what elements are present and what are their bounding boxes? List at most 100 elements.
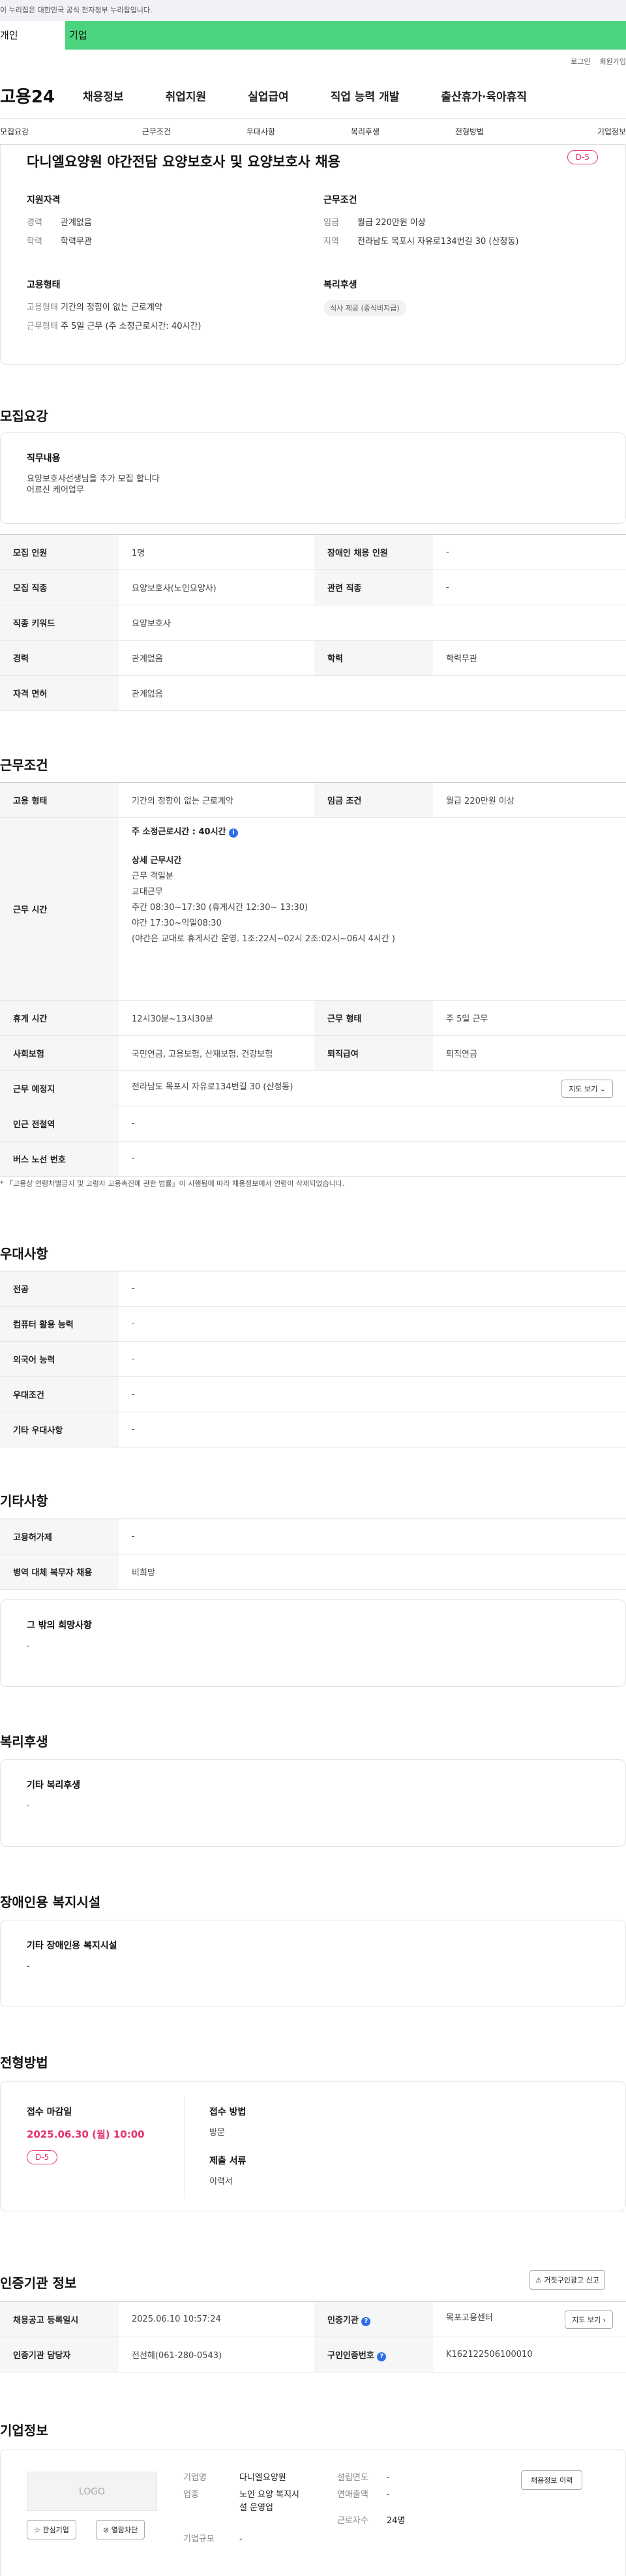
gnb-item-leave[interactable]: 출산휴가·육아휴직 — [441, 87, 527, 104]
cell-label: 인증기관 ? — [314, 2301, 433, 2337]
gnb-item-support[interactable]: 취업지원 — [166, 87, 207, 104]
star-icon: ☆ — [34, 2526, 40, 2534]
preference-table: 전공 - 컴퓨터 활용 능력 - 외국어 능력 - 우대조건 - 기타 우대사항 - — [0, 1271, 626, 1447]
welfare-block: 복리후생 식사 제공 (중식비지급) — [323, 278, 606, 338]
worktype-value: 주 5일 근무 (주 소정근로시간: 40시간) — [61, 322, 201, 331]
etc-table: 고용허가제 - 병역 대체 복무자 채용 비희망 — [0, 1519, 626, 1590]
method-label: 접수 방법 — [209, 2107, 246, 2117]
employees-label: 근로자수 — [337, 2516, 368, 2526]
recruit-heading: 모집요강 — [0, 408, 48, 424]
cell-value: - — [119, 1306, 626, 1342]
career-label: 경력 — [27, 218, 42, 228]
table-row: 근무 예정지 전라남도 목포시 자유로134번길 30 (산정동) 지도 보기 ⌄ — [0, 1070, 626, 1106]
cell-value: 요양보호사 — [119, 605, 626, 641]
cell-value: 전라남도 목포시 자유로134번길 30 (산정동) — [132, 1082, 293, 1092]
docs-value: 이력서 — [209, 2177, 233, 2187]
tab-welfare[interactable]: 복리후생 — [313, 126, 417, 137]
company-info: 기업명 다니엘요양원 설립연도 - 업종 노인 요양 복지시 설 운영업 연매출액 근로자수 -… — [183, 2472, 406, 2546]
tab-selection[interactable]: 전형방법 — [417, 126, 522, 137]
cell-value: 학력무관 — [433, 640, 626, 676]
block-icon: ⊘ — [103, 2526, 110, 2534]
map-button[interactable]: 지도 보기 ⌄ — [561, 1079, 613, 1098]
gnb-item-unemployment[interactable]: 실업급여 — [248, 87, 289, 104]
company-heading: 기업정보 — [0, 2423, 48, 2438]
table-row: 인근 전철역 - — [0, 1106, 626, 1142]
biz-value-1: 노인 요양 복지시 — [239, 2490, 299, 2500]
gnb-item-jobs[interactable]: 채용정보 — [83, 87, 124, 104]
tab-corporate[interactable]: 기업 — [65, 21, 626, 50]
biz-label: 업종 — [183, 2490, 199, 2500]
section-tabs: 모집요강 근무조건 우대사항 복리후생 전형방법 기업정보 — [0, 119, 626, 145]
cell-value: 기간의 정함이 없는 근로계약 — [119, 782, 314, 818]
cell-label: 우대조건 — [0, 1376, 119, 1412]
welfare-box: 기타 복리후생 - — [0, 1759, 626, 1847]
cell-value: 요양보호사(노인요양사) — [119, 569, 314, 605]
tab-company[interactable]: 기업정보 — [522, 126, 626, 137]
tab-conditions[interactable]: 근무조건 — [104, 126, 209, 137]
company-logo: LOGO — [27, 2472, 157, 2511]
location-value: 전라남도 목포시 자유로134번길 30 (산정동) — [357, 237, 519, 247]
tab-preference[interactable]: 우대사항 — [209, 126, 313, 137]
table-row: 외국어 능력 - — [0, 1341, 626, 1377]
hours-line: 야간 17:30~익일08:30 — [132, 918, 222, 928]
block-label: 열람차단 — [111, 2526, 138, 2534]
tab-individual[interactable]: 개인 — [0, 21, 65, 50]
table-row: 우대조건 - — [0, 1376, 626, 1412]
cell-label: 휴게 시간 — [0, 1000, 119, 1036]
disabled-box-heading: 기타 장애인용 복지시설 — [27, 1941, 117, 1951]
cert-map-button[interactable]: 지도 보기 › — [565, 2310, 613, 2329]
duty-heading: 직무내용 — [27, 453, 61, 464]
gov-banner: 이 누리집은 대한민국 공식 전자정부 누리집입니다. — [0, 0, 626, 21]
gnb-item-training[interactable]: 직업 능력 개발 — [331, 87, 400, 104]
cell-value: - — [119, 1412, 626, 1447]
cell-label: 모집 직종 — [0, 569, 119, 605]
site-logo[interactable]: 고용24 — [0, 83, 83, 108]
cell-label: 인증기관 담당자 — [0, 2337, 119, 2372]
cell-value: 목포고용센터 — [446, 2312, 493, 2323]
table-row: 사회보험 국민연금, 고용보험, 산재보험, 건강보험 퇴직급여 퇴직연금 — [0, 1035, 626, 1071]
work-location-cell: 전라남도 목포시 자유로134번길 30 (산정동) 지도 보기 ⌄ — [119, 1070, 626, 1106]
preference-heading: 우대사항 — [0, 1246, 48, 1262]
cert-org-label: 인증기관 — [327, 2315, 359, 2326]
cell-value: K162122506100010 — [433, 2337, 626, 2372]
job-summary-card: 다니엘요양원 야간전담 요양보호사 및 요양보호사 채용 D-5 지원자격 경력… — [0, 145, 626, 365]
selection-heading: 전형방법 — [0, 2055, 48, 2070]
welfare-heading: 복리후생 — [323, 280, 357, 290]
tab-recruit[interactable]: 모집요강 — [0, 126, 104, 137]
age-note-text: 「고용상 연령차별금지 및 고령자 고용촉진에 관한 법률」이 시행됨에 따라 … — [6, 1179, 345, 1188]
conditions-table: 고용 형태 기간의 정함이 없는 근로계약 임금 조건 월급 220만원 이상 근무 … — [0, 782, 626, 1177]
info-icon[interactable]: ? — [361, 2316, 371, 2326]
info-icon[interactable]: i — [229, 828, 239, 838]
table-row: 근무 시간 주 소정근로시간 : 40시간 i 상세 근무시간 근무 격일분 교… — [0, 817, 626, 1001]
sales-value: - 24명 — [387, 2489, 406, 2533]
cell-label: 고용 형태 — [0, 782, 119, 818]
cell-value: - — [119, 1519, 626, 1554]
welfare-tag: 식사 제공 (중식비지급) — [323, 300, 406, 316]
table-row: 경력 관계없음 학력 학력무관 — [0, 640, 626, 676]
hours-line: 교대근무 — [132, 887, 163, 897]
table-row: 고용허가제 - — [0, 1519, 626, 1554]
cell-label: 채용공고 등록일시 — [0, 2301, 119, 2337]
table-row: 모집 직종 요양보호사(노인요양사) 관련 직종 - — [0, 569, 626, 605]
cert-org-cell: 목포고용센터 지도 보기 › — [433, 2301, 626, 2337]
cert-table: 채용공고 등록일시 2025.06.10 10:57:24 인증기관 ? 목포고용센터… — [0, 2301, 626, 2372]
selection-dday-badge: D-5 — [27, 2150, 58, 2164]
sales-label-text: 연매출액 — [337, 2490, 368, 2500]
signup-link[interactable]: 회원가입 — [600, 56, 626, 67]
login-link[interactable]: 로그인 — [571, 56, 590, 67]
user-type-tabs: 개인 기업 — [0, 21, 626, 50]
cell-label: 버스 노선 번호 — [0, 1141, 119, 1177]
report-button[interactable]: ⚠ 거짓구인광고 신고 — [529, 2270, 605, 2290]
favorite-button[interactable]: ☆ 관심기업 — [27, 2520, 76, 2539]
job-title: 다니엘요양원 야간전담 요양보호사 및 요양보호사 채용 — [27, 154, 340, 170]
recruit-table: 모집 인원 1명 장애인 채용 인원 - 모집 직종 요양보호사(노인요양사) 관련 직종… — [0, 534, 626, 711]
block-button[interactable]: ⊘ 열람차단 — [96, 2520, 145, 2539]
cert-map-button-label: 지도 보기 — [572, 2315, 601, 2324]
cell-label: 기타 우대사항 — [0, 1412, 119, 1447]
sales-label: 연매출액근로자수 — [337, 2489, 387, 2533]
table-row: 자격 면허 관계없음 — [0, 675, 626, 711]
biz-value-2: 설 운영업 — [239, 2503, 273, 2513]
info-icon[interactable]: ? — [377, 2352, 387, 2361]
history-button[interactable]: 채용정보 이력 — [521, 2470, 583, 2490]
cell-label: 근무 형태 — [314, 1000, 433, 1036]
